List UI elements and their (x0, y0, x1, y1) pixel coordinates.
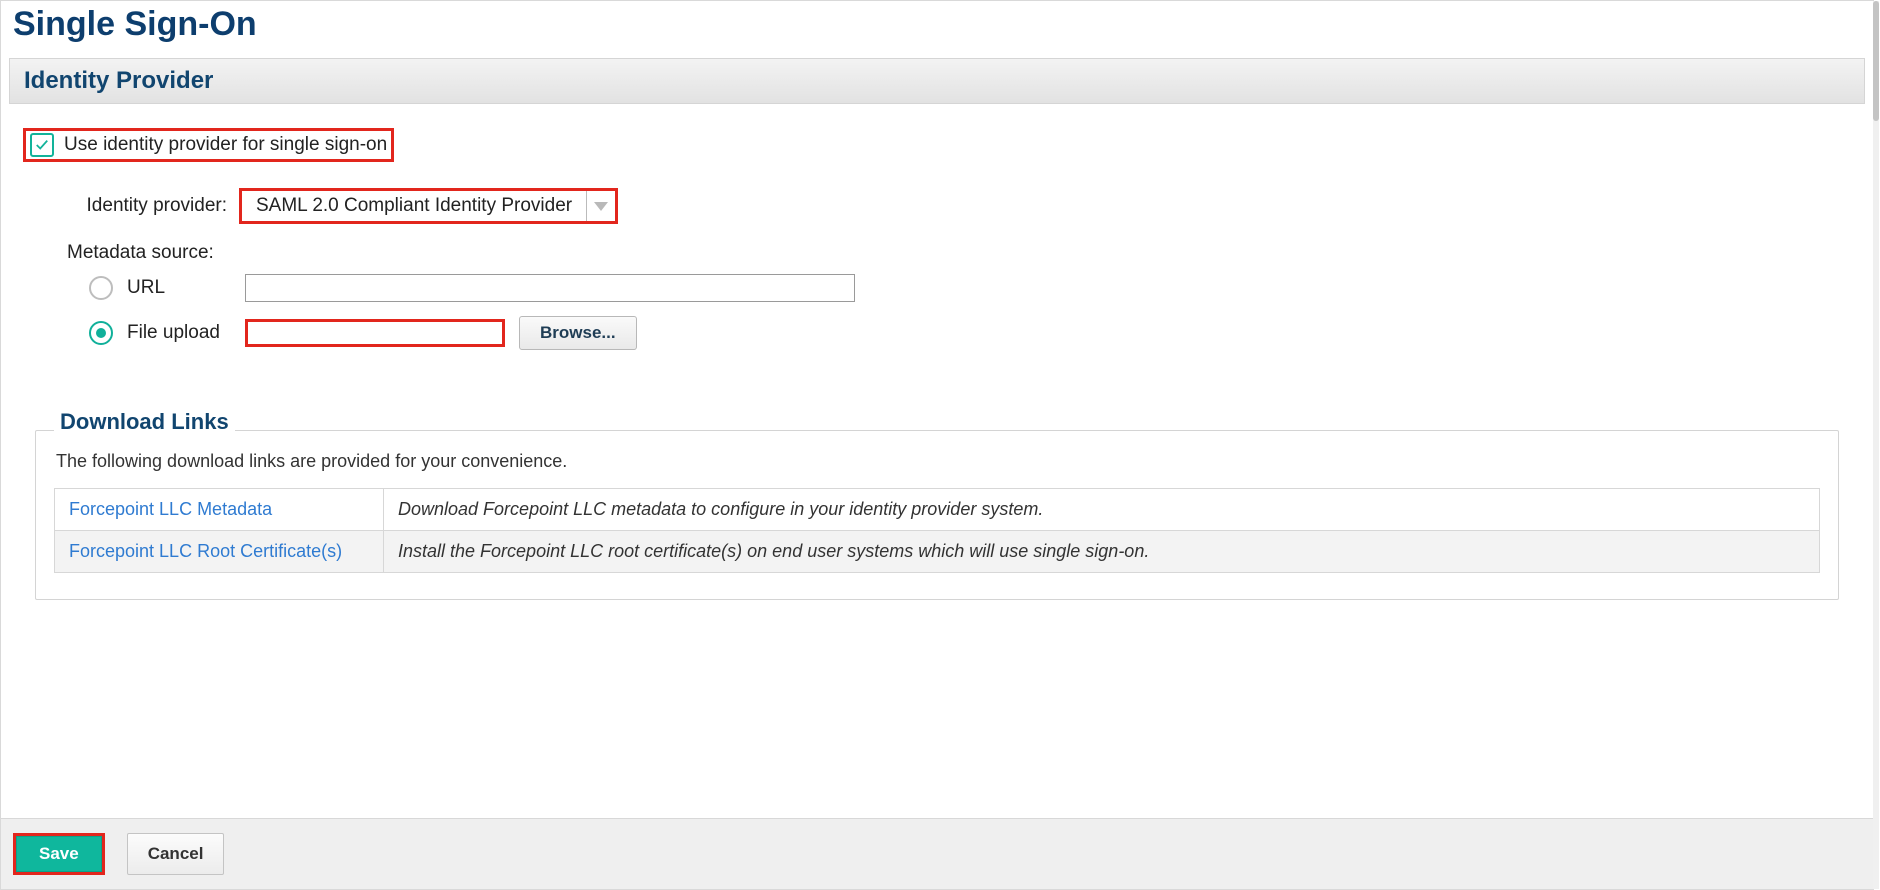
table-row: Forcepoint LLC Metadata Download Forcepo… (55, 489, 1820, 531)
checkmark-icon (35, 138, 49, 152)
browse-button[interactable]: Browse... (519, 316, 637, 350)
metadata-url-row: URL (89, 274, 1851, 302)
metadata-url-label: URL (127, 277, 245, 299)
use-idp-checkbox[interactable] (30, 133, 54, 157)
idp-select-row: Identity provider: SAML 2.0 Compliant Id… (67, 188, 1851, 224)
metadata-file-radio[interactable] (89, 321, 113, 345)
save-button[interactable]: Save (16, 836, 102, 872)
scrollbar-thumb[interactable] (1873, 1, 1879, 121)
identity-provider-section-header: Identity Provider (9, 58, 1865, 104)
use-idp-highlight: Use identity provider for single sign-on (23, 128, 394, 162)
save-highlight: Save (13, 833, 105, 875)
root-cert-download-link[interactable]: Forcepoint LLC Root Certificate(s) (69, 541, 342, 561)
metadata-download-description: Download Forcepoint LLC metadata to conf… (384, 489, 1820, 531)
idp-form-area: Identity provider: SAML 2.0 Compliant Id… (67, 188, 1851, 350)
metadata-file-input[interactable] (245, 319, 505, 347)
download-links-legend: Download Links (54, 409, 235, 435)
download-links-description: The following download links are provide… (56, 451, 1820, 472)
metadata-file-row: File upload Browse... (89, 316, 1851, 350)
download-links-table: Forcepoint LLC Metadata Download Forcepo… (54, 488, 1820, 573)
identity-provider-heading: Identity Provider (24, 67, 1850, 95)
chevron-down-icon (594, 202, 608, 211)
metadata-file-label: File upload (127, 322, 245, 344)
cancel-button[interactable]: Cancel (127, 833, 225, 875)
metadata-source-block: Metadata source: URL File upload Browse.… (67, 242, 1851, 350)
identity-provider-content: Use identity provider for single sign-on… (1, 104, 1873, 608)
footer-bar: Save Cancel (1, 818, 1873, 889)
metadata-url-input[interactable] (245, 274, 855, 302)
metadata-url-radio[interactable] (89, 276, 113, 300)
idp-select-label: Identity provider: (67, 195, 227, 217)
use-idp-checkbox-label: Use identity provider for single sign-on (64, 134, 387, 156)
page-container: Single Sign-On Identity Provider Use ide… (0, 0, 1874, 890)
idp-select-arrow (587, 191, 615, 221)
metadata-source-label: Metadata source: (67, 242, 1851, 264)
idp-select[interactable]: SAML 2.0 Compliant Identity Provider (239, 188, 618, 224)
download-links-fieldset: Download Links The following download li… (35, 430, 1839, 600)
root-cert-download-description: Install the Forcepoint LLC root certific… (384, 531, 1820, 573)
table-row: Forcepoint LLC Root Certificate(s) Insta… (55, 531, 1820, 573)
vertical-scrollbar[interactable] (1873, 1, 1879, 889)
idp-select-value: SAML 2.0 Compliant Identity Provider (242, 191, 587, 221)
metadata-download-link[interactable]: Forcepoint LLC Metadata (69, 499, 272, 519)
page-title: Single Sign-On (13, 5, 1873, 44)
